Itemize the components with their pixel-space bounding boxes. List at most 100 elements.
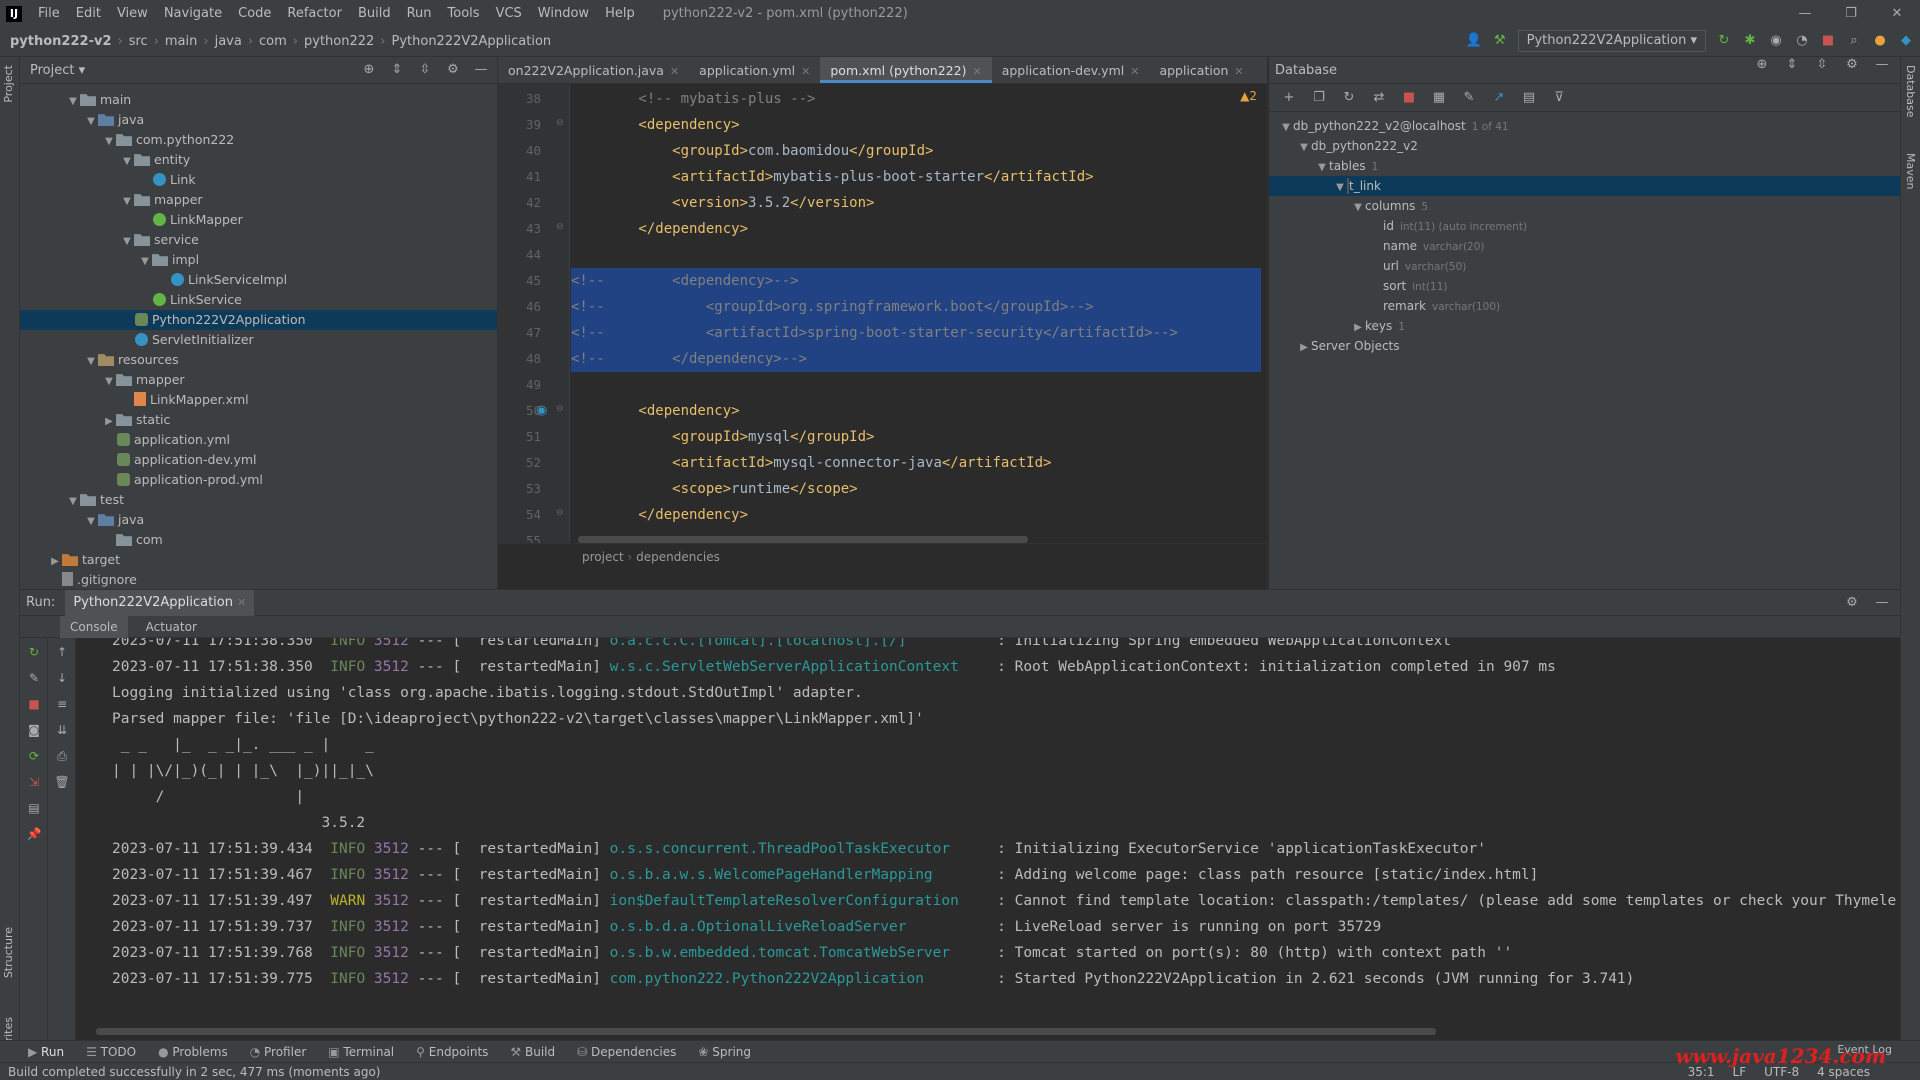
database-tree-item[interactable]: url varchar(50): [1269, 256, 1900, 276]
menu-refactor[interactable]: Refactor: [279, 6, 350, 21]
database-tree-item[interactable]: name varchar(20): [1269, 236, 1900, 256]
toolwindow-build[interactable]: ⚒ Build: [510, 1045, 555, 1059]
debug-icon[interactable]: ✱: [1742, 33, 1758, 49]
database-tree-item[interactable]: ▶ keys 1: [1269, 316, 1900, 336]
coverage-icon[interactable]: ◉: [1768, 33, 1784, 49]
editor-tab[interactable]: on222V2Application.java ✕: [498, 57, 689, 83]
structure-tool-button[interactable]: Structure: [2, 927, 15, 978]
inspection-widget[interactable]: ▲2: [1240, 89, 1257, 103]
toolwindow-spring[interactable]: ❀ Spring: [698, 1045, 751, 1059]
project-tree-item[interactable]: LinkMapper.xml: [20, 390, 497, 410]
profile-icon[interactable]: ◔: [1794, 33, 1810, 49]
project-tree-item[interactable]: ▶ target: [20, 550, 497, 570]
db-expand-icon[interactable]: ⇕: [1784, 57, 1800, 73]
stop-icon[interactable]: ■: [1820, 33, 1836, 49]
fold-marker-icon[interactable]: ⊖: [556, 222, 564, 232]
project-tree-item[interactable]: ▼ service: [20, 230, 497, 250]
project-tree-item[interactable]: application-dev.yml: [20, 450, 497, 470]
close-tab-icon[interactable]: ✕: [1234, 65, 1243, 78]
expand-all-icon[interactable]: ⇕: [389, 62, 405, 78]
menu-help[interactable]: Help: [597, 6, 643, 21]
add-datasource-icon[interactable]: +: [1281, 90, 1297, 106]
refresh-icon[interactable]: ↻: [1341, 90, 1357, 106]
menu-window[interactable]: Window: [530, 6, 597, 21]
scroll-up-icon[interactable]: ↑: [54, 644, 70, 660]
db-collapse-icon[interactable]: ⇳: [1814, 57, 1830, 73]
menu-vcs[interactable]: VCS: [488, 6, 530, 21]
database-tree-item[interactable]: ▼ tables 1: [1269, 156, 1900, 176]
menu-tools[interactable]: Tools: [440, 6, 488, 21]
menu-code[interactable]: Code: [230, 6, 279, 21]
expanded-arrow-icon[interactable]: ▼: [84, 512, 98, 532]
maven-tool-button[interactable]: Maven: [1904, 153, 1917, 189]
exit-icon[interactable]: ⇲: [26, 774, 42, 790]
project-tool-button[interactable]: Project: [2, 65, 15, 103]
modify-config-icon[interactable]: ✎: [26, 670, 42, 686]
expanded-arrow-icon[interactable]: ▼: [1279, 118, 1293, 138]
pin-icon[interactable]: 📌: [26, 826, 42, 842]
updates-icon[interactable]: ●: [1872, 33, 1888, 49]
project-tree-item[interactable]: LinkMapper: [20, 210, 497, 230]
project-tree-item[interactable]: ▼ test: [20, 490, 497, 510]
nav-crumb[interactable]: python222-v2: [0, 34, 116, 49]
project-tree-item[interactable]: ▼ impl: [20, 250, 497, 270]
rerun-app-icon[interactable]: ↻: [26, 644, 42, 660]
expanded-arrow-icon[interactable]: ▼: [66, 92, 80, 112]
stop-db-icon[interactable]: ■: [1401, 90, 1417, 106]
toolwindow-todo[interactable]: ☰ TODO: [86, 1045, 136, 1059]
expanded-arrow-icon[interactable]: ▼: [102, 132, 116, 152]
collapsed-arrow-icon[interactable]: ▶: [102, 412, 116, 432]
update-app-icon[interactable]: ⟳: [26, 748, 42, 764]
database-tool-button[interactable]: Database: [1904, 65, 1917, 118]
console-tab[interactable]: Console: [60, 615, 128, 638]
project-tree-item[interactable]: ▼ java: [20, 510, 497, 530]
expanded-arrow-icon[interactable]: ▼: [1297, 138, 1311, 158]
project-tree-item[interactable]: ▼ resources: [20, 350, 497, 370]
project-tree-item[interactable]: LinkServiceImpl: [20, 270, 497, 290]
collapse-all-icon[interactable]: ⇳: [417, 62, 433, 78]
actuator-tab[interactable]: Actuator: [136, 616, 207, 638]
close-tab-icon[interactable]: ✕: [1130, 65, 1139, 78]
db-hide-icon[interactable]: —: [1874, 57, 1890, 73]
expanded-arrow-icon[interactable]: ▼: [102, 372, 116, 392]
run-hide-icon[interactable]: —: [1874, 595, 1890, 611]
db-locate-icon[interactable]: ⊕: [1754, 57, 1770, 73]
project-tree-item[interactable]: application-prod.yml: [20, 470, 497, 490]
menu-file[interactable]: File: [30, 6, 68, 21]
scroll-down-icon[interactable]: ↓: [54, 670, 70, 686]
nav-crumb[interactable]: Python222V2Application: [388, 34, 556, 49]
nav-crumb[interactable]: java: [211, 34, 246, 49]
xml-crumb-project[interactable]: project: [582, 550, 624, 564]
console-horizontal-scrollbar[interactable]: [96, 1028, 1436, 1035]
expanded-arrow-icon[interactable]: ▼: [1333, 178, 1347, 198]
rerun-icon[interactable]: ↻: [1716, 33, 1732, 49]
database-tree-item[interactable]: ▼ columns 5: [1269, 196, 1900, 216]
camera-icon[interactable]: ◙: [26, 722, 42, 738]
project-tree-item[interactable]: ServletInitializer: [20, 330, 497, 350]
expanded-arrow-icon[interactable]: ▼: [1315, 158, 1329, 178]
project-tree-item[interactable]: ▼ entity: [20, 150, 497, 170]
expanded-arrow-icon[interactable]: ▼: [120, 232, 134, 252]
filter-icon[interactable]: ⊽: [1551, 90, 1567, 106]
scroll-to-end-icon[interactable]: ⇊: [54, 722, 70, 738]
toolwindow-terminal[interactable]: ▣ Terminal: [328, 1045, 394, 1059]
nav-crumb[interactable]: python222: [300, 34, 378, 49]
menu-build[interactable]: Build: [350, 6, 399, 21]
editor-tab[interactable]: application-dev.yml ✕: [992, 57, 1150, 83]
soft-wrap-icon[interactable]: ≡: [54, 696, 70, 712]
jump-icon[interactable]: ↗: [1491, 90, 1507, 106]
editor-tab[interactable]: application.yml ✕: [689, 57, 820, 83]
project-tree-item[interactable]: ▼ mapper: [20, 190, 497, 210]
fold-marker-icon[interactable]: ⊖: [556, 118, 564, 128]
restore-icon[interactable]: ❐: [1828, 0, 1874, 27]
expanded-arrow-icon[interactable]: ▼: [84, 352, 98, 372]
database-tree-item[interactable]: id int(11) (auto increment): [1269, 216, 1900, 236]
editor-tab[interactable]: pom.xml (python222) ✕: [820, 57, 992, 83]
plugin-icon[interactable]: ◆: [1898, 33, 1914, 49]
project-tree-item[interactable]: Python222V2Application: [20, 310, 497, 330]
console-output[interactable]: 2023-07-11 17:51:38.350 INFO 3512 --- [ …: [76, 638, 1900, 1041]
stop-app-icon[interactable]: ■: [26, 696, 42, 712]
fold-marker-icon[interactable]: ⊖: [556, 508, 564, 518]
console-icon[interactable]: ▤: [1521, 90, 1537, 106]
collapsed-arrow-icon[interactable]: ▶: [1351, 318, 1365, 338]
